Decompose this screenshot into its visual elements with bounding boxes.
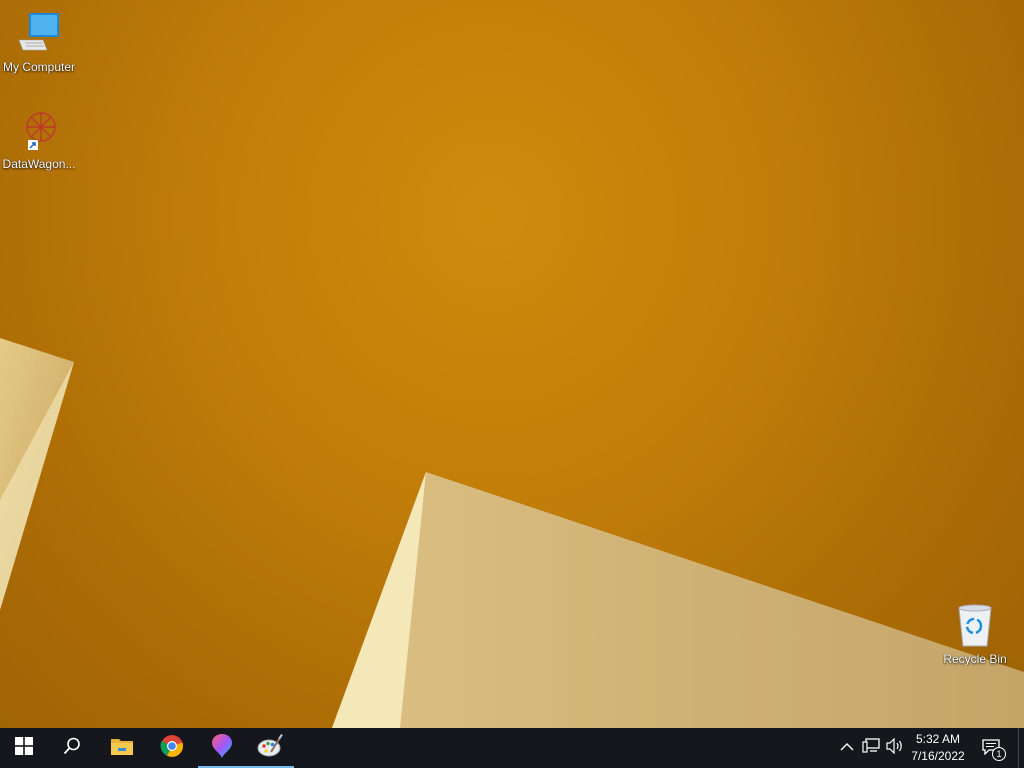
action-center-button[interactable]: 1 [982,738,1006,761]
search-button[interactable] [48,728,96,768]
desktop-icon-label: My Computer [2,60,76,74]
desktop-icon-recycle-bin[interactable]: Recycle Bin [937,602,1013,666]
paint-3d-icon [211,733,233,764]
start-button[interactable] [0,728,48,768]
file-explorer-button[interactable] [98,728,146,768]
chrome-icon [160,734,184,763]
search-icon [63,737,81,760]
windows-start-icon [15,736,33,760]
chrome-button[interactable] [148,728,196,768]
show-desktop-button[interactable] [1018,728,1024,768]
chevron-up-icon [840,739,854,757]
clock-time: 5:32 AM [915,732,961,746]
desktop-icon-label: DataWagon... [2,157,76,171]
desktop-icon-my-computer[interactable]: My Computer [1,10,77,74]
taskbar: 5:32 AM 7/16/2022 1 [0,728,1024,768]
desktop-icon-datawagon[interactable]: DataWagon... [1,107,77,171]
paint-button[interactable] [246,728,294,768]
desktop[interactable]: My Computer DataWagon... Recycle Bin [0,0,1024,728]
paint-palette-icon [257,733,283,763]
clock[interactable]: 5:32 AM 7/16/2022 [906,728,970,768]
notification-icon: 1 [982,738,1006,761]
show-hidden-icons-button[interactable] [837,738,857,758]
recycle-bin-icon [951,602,999,650]
network-button[interactable] [861,737,881,759]
desktop-icon-label: Recycle Bin [943,652,1007,666]
datawagon-icon [15,107,63,155]
notification-count-badge: 1 [992,747,1006,761]
volume-icon [886,737,904,759]
network-icon [862,737,880,759]
wallpaper-shapes [0,338,1024,728]
paint-3d-button[interactable] [198,728,246,768]
file-explorer-icon [110,736,134,761]
volume-button[interactable] [885,737,905,759]
my-computer-icon [15,10,63,58]
clock-date: 7/16/2022 [911,749,965,763]
